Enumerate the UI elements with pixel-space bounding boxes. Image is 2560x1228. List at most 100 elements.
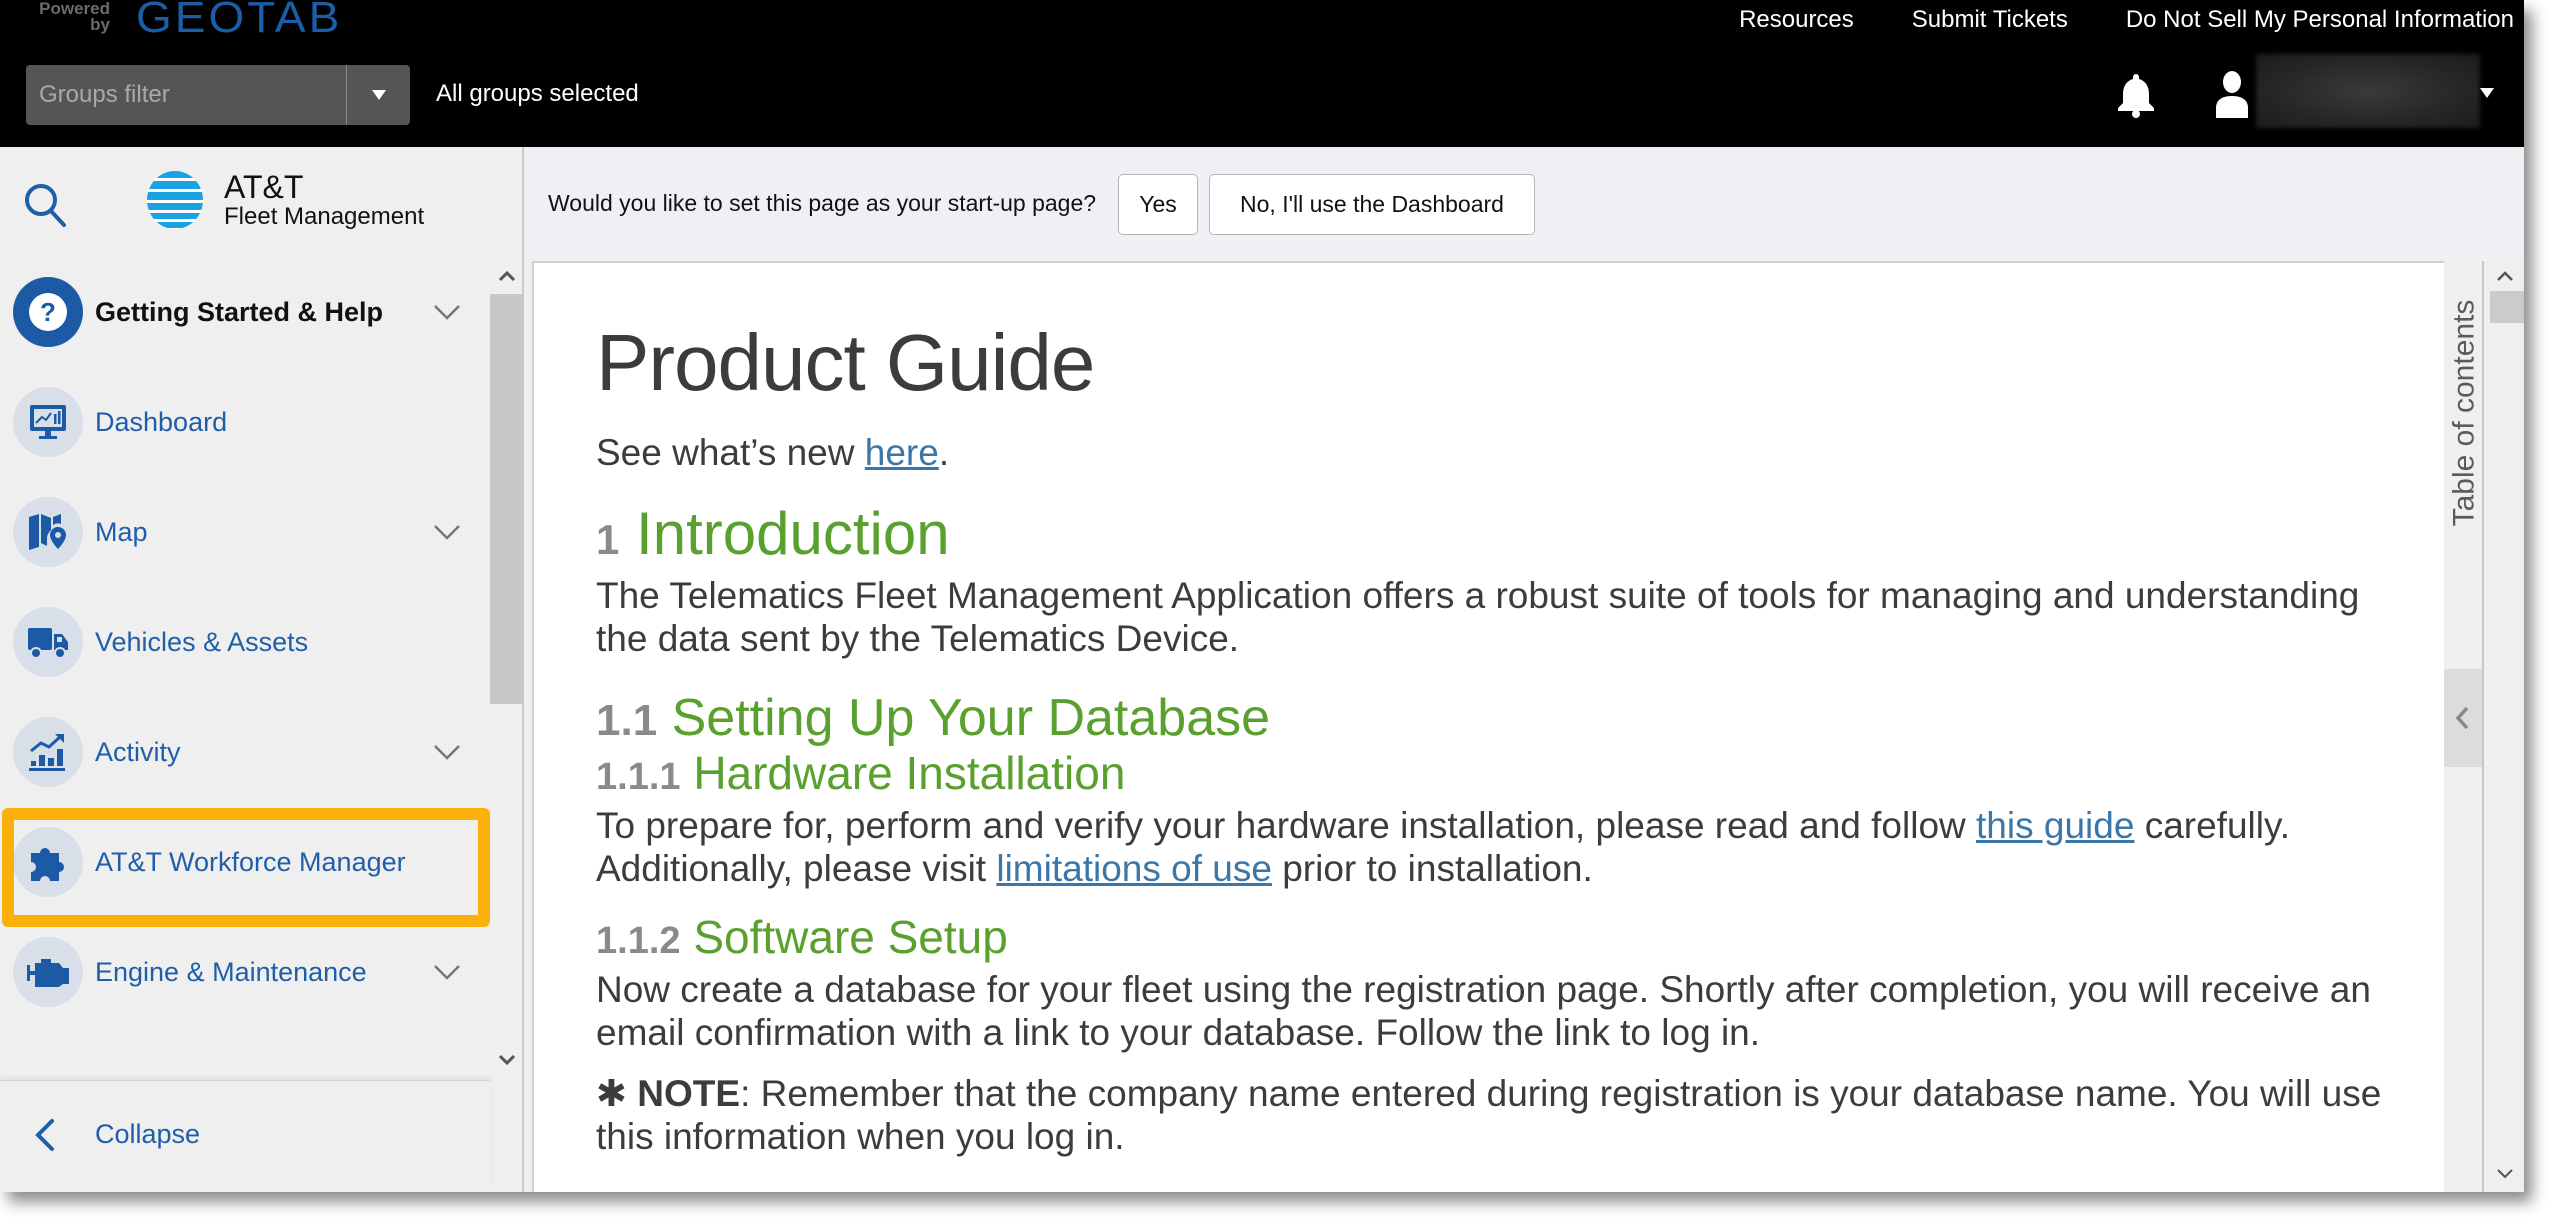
whats-new-suffix: .	[938, 432, 950, 473]
top-bar: Powered by GEOTAB Resources Submit Ticke…	[0, 0, 2524, 147]
note-body: : Remember that the company name entered…	[596, 1073, 2382, 1157]
search-icon[interactable]	[22, 181, 68, 229]
chevron-left-icon	[2455, 706, 2469, 730]
groups-filter[interactable]: Groups filter	[26, 65, 410, 125]
hardware-body: To prepare for, perform and verify your …	[596, 804, 2396, 890]
limitations-of-use-link[interactable]: limitations of use	[996, 848, 1272, 889]
section-number: 1.1.2	[596, 920, 681, 962]
sidebar-item-label: Vehicles & Assets	[95, 626, 309, 657]
groups-status: All groups selected	[436, 80, 639, 107]
section-number: 1	[596, 516, 620, 563]
truck-icon	[13, 607, 83, 677]
use-dashboard-button[interactable]: No, I'll use the Dashboard	[1209, 174, 1535, 235]
dashboard-icon	[13, 387, 83, 457]
engine-icon	[13, 937, 83, 1007]
att-globe-icon	[147, 171, 203, 229]
product-guide-document[interactable]: Product Guide See what’s new here. 1 Int…	[532, 261, 2444, 1192]
startup-page-prompt: Would you like to set this page as your …	[526, 147, 2524, 261]
scroll-up-icon[interactable]	[498, 269, 516, 283]
whats-new-link[interactable]: here	[865, 432, 939, 473]
sidebar-item-dashboard[interactable]: Dashboard	[0, 367, 490, 477]
chevron-down-icon[interactable]	[432, 302, 462, 322]
collapse-label: Collapse	[95, 1119, 201, 1149]
software-body: Now create a database for your fleet usi…	[596, 969, 2371, 1053]
chevron-down-icon[interactable]	[432, 962, 462, 982]
app-window: Powered by GEOTAB Resources Submit Ticke…	[0, 0, 2524, 1192]
section-number: 1.1.1	[596, 756, 681, 798]
caret-down-icon	[371, 90, 386, 100]
sidebar-item-label: AT&T Workforce Manager	[95, 846, 406, 877]
yes-button[interactable]: Yes	[1118, 174, 1198, 235]
hardware-text-1: To prepare for, perform and verify your …	[596, 805, 1977, 846]
sidebar-item-getting-started[interactable]: ? Getting Started & Help	[0, 257, 490, 367]
asterisk-icon: ✱	[596, 1073, 638, 1114]
sidebar-item-label: Getting Started & Help	[95, 296, 384, 327]
collapse-button[interactable]: Collapse	[0, 1080, 490, 1192]
section-heading-introduction: 1 Introduction	[596, 504, 2396, 564]
table-of-contents-panel[interactable]: Table of contents	[2444, 261, 2484, 1192]
toc-expand-button[interactable]	[2444, 669, 2482, 767]
sidebar-item-map[interactable]: Map	[0, 477, 490, 587]
sidebar-item-label: Map	[95, 516, 148, 547]
sidebar-item-engine-maintenance[interactable]: Engine & Maintenance	[0, 917, 490, 1027]
table-of-contents-tab[interactable]: Table of contents	[2446, 283, 2482, 543]
whats-new-text: See what’s new here.	[596, 431, 2396, 474]
groups-filter-dropdown-button[interactable]	[346, 65, 410, 125]
document-scrollbar[interactable]	[2484, 261, 2524, 1192]
activity-chart-icon	[13, 717, 83, 787]
user-icon[interactable]	[2214, 70, 2250, 118]
sidebar-scroll-thumb[interactable]	[490, 294, 523, 704]
sidebar-item-label: Dashboard	[95, 406, 228, 437]
note-label: NOTE	[637, 1073, 741, 1114]
section-title: Introduction	[636, 500, 950, 567]
bell-icon[interactable]	[2116, 72, 2156, 118]
startup-question: Would you like to set this page as your …	[548, 190, 1097, 216]
map-icon	[13, 497, 83, 567]
svg-text:?: ?	[40, 297, 56, 327]
chevron-down-icon[interactable]	[432, 522, 462, 542]
section-number: 1.1	[596, 696, 658, 745]
section-heading-database: 1.1 Setting Up Your Database	[596, 692, 2396, 744]
sidebar-item-label: Engine & Maintenance	[95, 956, 367, 987]
geotab-logo: Powered by GEOTAB	[26, 0, 343, 42]
groups-filter-input[interactable]: Groups filter	[26, 65, 346, 125]
sidebar-scrollbar[interactable]	[490, 257, 523, 1072]
puzzle-icon	[13, 827, 83, 897]
sidebar-item-label: Activity	[95, 736, 181, 767]
introduction-body: The Telematics Fleet Management Applicat…	[596, 575, 2360, 659]
section-heading-hardware: 1.1.1 Hardware Installation	[596, 750, 2396, 796]
section-heading-software: 1.1.2 Software Setup	[596, 914, 2396, 960]
user-menu-caret-icon[interactable]	[2480, 88, 2494, 98]
scroll-down-icon[interactable]	[2496, 1167, 2514, 1181]
do-not-sell-link[interactable]: Do Not Sell My Personal Information	[2126, 6, 2514, 34]
sidebar-item-vehicles-assets[interactable]: Vehicles & Assets	[0, 587, 490, 697]
section-title: Hardware Installation	[693, 747, 1126, 799]
sidebar-item-workforce-manager[interactable]: AT&T Workforce Manager	[0, 807, 490, 917]
brand-subtitle: Fleet Management	[224, 203, 425, 230]
help-icon: ?	[13, 277, 83, 347]
chevron-left-icon	[35, 1119, 54, 1151]
resources-link[interactable]: Resources	[1739, 6, 1854, 34]
document-scroll-thumb[interactable]	[2490, 291, 2524, 323]
note-paragraph: ✱ NOTE: Remember that the company name e…	[596, 1072, 2396, 1158]
section-title: Setting Up Your Database	[671, 689, 1271, 747]
scroll-up-icon[interactable]	[2496, 269, 2514, 283]
toc-label: Table of contents	[2447, 299, 2481, 527]
whats-new-prefix: See what’s new	[596, 432, 865, 473]
brand-name: AT&T	[224, 169, 304, 205]
user-name-redacted[interactable]	[2256, 54, 2480, 128]
sidebar-item-activity[interactable]: Activity	[0, 697, 490, 807]
sidebar-nav: ? Getting Started & Help Dashboard Map V…	[0, 257, 490, 1047]
powered-by-text: Powered by	[39, 0, 110, 34]
top-links: Resources Submit Tickets Do Not Sell My …	[1739, 6, 2514, 34]
hardware-text-3: prior to installation.	[1271, 848, 1593, 889]
geotab-wordmark: GEOTAB	[136, 0, 343, 42]
section-title: Software Setup	[693, 911, 1008, 963]
scroll-down-icon[interactable]	[498, 1053, 516, 1067]
chevron-down-icon[interactable]	[432, 742, 462, 762]
sidebar-item-messages[interactable]: M	[0, 1027, 490, 1047]
att-brand: AT&T Fleet Management	[146, 170, 424, 230]
page-title: Product Guide	[596, 318, 1095, 407]
submit-tickets-link[interactable]: Submit Tickets	[1912, 6, 2068, 34]
this-guide-link[interactable]: this guide	[1976, 805, 2134, 846]
